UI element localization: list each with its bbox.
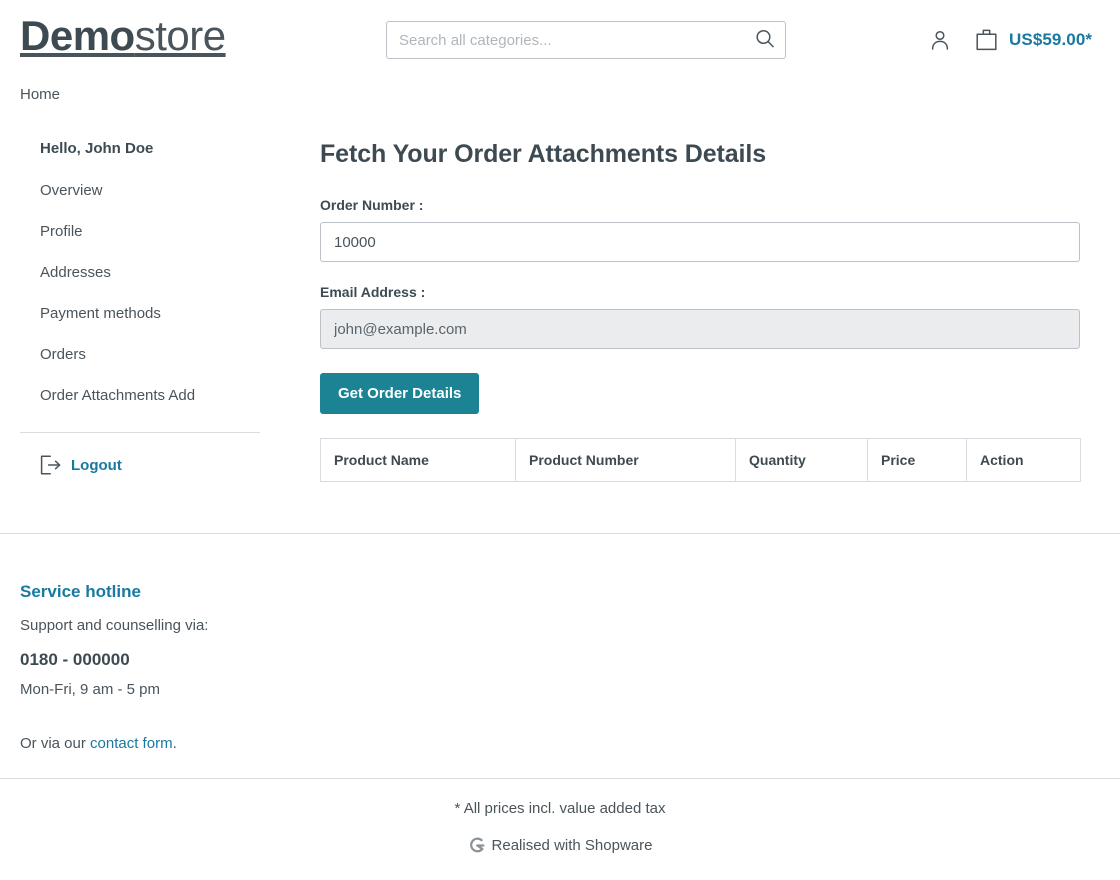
contact-form-link[interactable]: contact form bbox=[90, 735, 173, 752]
sidebar-item-orders[interactable]: Orders bbox=[20, 346, 260, 363]
footer-bottom-area: * All prices incl. value added tax Reali… bbox=[0, 800, 1120, 859]
sidebar-item-overview[interactable]: Overview bbox=[20, 182, 260, 199]
breadcrumb: Home bbox=[20, 86, 60, 103]
shopware-logo-icon bbox=[469, 837, 485, 853]
contact-suffix-text: . bbox=[172, 735, 177, 752]
table-header-row: Product Name Product Number Quantity Pri… bbox=[320, 438, 1081, 482]
search-icon bbox=[756, 29, 774, 47]
main-content: Fetch Your Order Attachments Details Ord… bbox=[320, 140, 1081, 482]
sidebar-item-addresses[interactable]: Addresses bbox=[20, 264, 260, 281]
cart-link[interactable]: US$59.00* bbox=[974, 27, 1092, 53]
sidebar-item-order-attachments-add[interactable]: Order Attachments Add bbox=[20, 387, 260, 404]
logo-text-bold: Demo bbox=[20, 12, 135, 59]
hotline-phone-number: 0180 - 000000 bbox=[20, 650, 130, 669]
site-footer: Service hotline Support and counselling … bbox=[20, 582, 520, 752]
table-head: Product Name Product Number Quantity Pri… bbox=[320, 438, 1081, 482]
realised-text: Realised with Shopware bbox=[491, 837, 653, 854]
logout-label: Logout bbox=[71, 456, 122, 474]
site-header: Demostore US$59.00* bbox=[0, 0, 1120, 78]
sidebar-greeting: Hello, John Doe bbox=[40, 140, 154, 157]
table-header-price: Price bbox=[867, 438, 967, 482]
field-spacer bbox=[320, 262, 1080, 284]
logo-text-light: store bbox=[134, 12, 226, 59]
breadcrumb-item-home[interactable]: Home bbox=[20, 86, 60, 103]
shopping-bag-icon bbox=[976, 29, 997, 51]
order-number-label: Order Number : bbox=[320, 197, 424, 213]
table-header-quantity: Quantity bbox=[735, 438, 868, 482]
sidebar-divider bbox=[20, 432, 260, 433]
site-logo[interactable]: Demostore bbox=[20, 13, 226, 59]
contact-form-line: Or via our contact form. bbox=[20, 735, 520, 752]
footer-top-divider bbox=[0, 533, 1120, 534]
order-number-input[interactable] bbox=[320, 222, 1080, 262]
email-address-input[interactable] bbox=[320, 309, 1080, 349]
logout-link[interactable]: Logout bbox=[20, 455, 260, 475]
page-root: Demostore US$59.00* bbox=[0, 0, 1120, 880]
hotline-hours: Mon-Fri, 9 am - 5 pm bbox=[20, 681, 161, 698]
tax-note: * All prices incl. value added tax bbox=[454, 800, 666, 817]
page-title: Fetch Your Order Attachments Details bbox=[320, 140, 767, 168]
account-link[interactable] bbox=[928, 28, 952, 57]
cart-total-amount: US$59.00* bbox=[1009, 30, 1093, 49]
search-button[interactable] bbox=[751, 27, 779, 53]
get-order-details-button[interactable]: Get Order Details bbox=[320, 373, 480, 414]
table-header-product-number: Product Number bbox=[515, 438, 736, 482]
service-hotline-title: Service hotline bbox=[20, 582, 141, 601]
footer-bottom-divider bbox=[0, 778, 1120, 779]
user-icon bbox=[931, 30, 949, 50]
table-header-product-name: Product Name bbox=[320, 438, 516, 482]
search-bar bbox=[386, 21, 786, 59]
order-attachments-table: Product Name Product Number Quantity Pri… bbox=[320, 438, 1081, 482]
support-text: Support and counselling via: bbox=[20, 617, 209, 634]
sidebar-item-profile[interactable]: Profile bbox=[20, 223, 260, 240]
email-address-label: Email Address : bbox=[320, 284, 426, 300]
table-header-action: Action bbox=[966, 438, 1081, 482]
logout-icon bbox=[40, 455, 61, 475]
account-sidebar: Hello, John Doe Overview Profile Address… bbox=[20, 140, 260, 475]
contact-prefix-text: Or via our bbox=[20, 735, 91, 752]
realised-with-shopware: Realised with Shopware bbox=[468, 837, 653, 854]
search-input[interactable] bbox=[387, 22, 747, 58]
sidebar-item-payment-methods[interactable]: Payment methods bbox=[20, 305, 260, 322]
